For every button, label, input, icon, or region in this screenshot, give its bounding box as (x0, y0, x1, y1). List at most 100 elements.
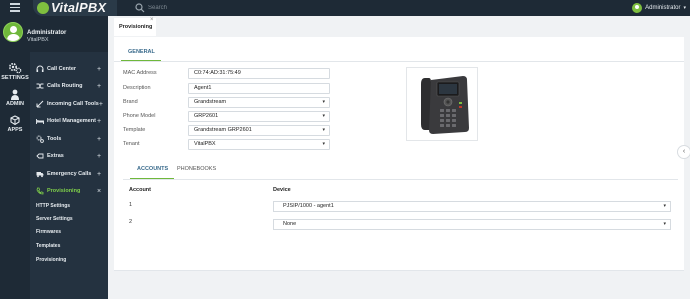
tab-general[interactable]: GENERAL (128, 49, 155, 55)
sidebar-label: Emergency Calls (47, 171, 92, 177)
expand-icon[interactable]: + (96, 118, 102, 125)
user-menu[interactable]: Administrator ▾ (632, 1, 686, 15)
brand-value: Grandstream (194, 99, 227, 105)
mac-address-value: C0:74:AD:31:75:49 (194, 70, 241, 76)
phone-model-select[interactable]: GRP2601 ▾ (188, 111, 330, 122)
sidebar-item-incoming-call-tools[interactable]: Incoming Call Tools + (36, 99, 103, 109)
tenant-value: VitalPBX (194, 141, 216, 147)
search-input[interactable] (148, 2, 268, 14)
incoming-icon (36, 100, 44, 108)
tenant-select[interactable]: VitalPBX ▾ (188, 139, 330, 150)
rail-item-admin[interactable]: ADMIN (0, 89, 30, 107)
chevron-down-icon: ▾ (322, 99, 325, 105)
page-tab-strip (108, 16, 690, 36)
description-input[interactable]: Agent1 (188, 83, 330, 94)
expand-icon[interactable]: + (96, 66, 102, 73)
chevron-left-icon[interactable]: ‹ (677, 145, 690, 159)
user-menu-label: Administrator (645, 5, 681, 11)
mac-address-input[interactable]: C0:74:AD:31:75:49 (188, 68, 330, 79)
profile-panel: Administrator VitalPBX (0, 16, 108, 52)
brand-label: Brand (123, 99, 138, 105)
chevron-down-icon: ▾ (322, 141, 325, 147)
rail-label-apps: APPS (7, 127, 23, 133)
headset-icon (36, 65, 44, 73)
logo-text: VitalPBX (51, 0, 107, 15)
rail-item-apps[interactable]: APPS (0, 115, 30, 133)
expand-icon[interactable]: + (96, 153, 102, 160)
app-window: VitalPBX Administrator ▾ Administrator V… (0, 0, 690, 299)
sidebar-sub-http-settings[interactable]: HTTP Settings (36, 203, 70, 209)
sidebar-item-provisioning[interactable]: Provisioning × (36, 186, 102, 196)
column-header-device: Device (273, 187, 291, 193)
vitalpbx-logo[interactable]: VitalPBX (33, 0, 117, 16)
close-tab-icon[interactable]: × (150, 17, 154, 23)
sidebar-label: Provisioning (47, 188, 81, 194)
column-header-account: Account (129, 187, 151, 193)
tab-phonebooks[interactable]: PHONEBOOKS (177, 166, 216, 172)
rail-item-settings[interactable]: SETTINGS (0, 62, 30, 81)
avatar[interactable] (3, 22, 23, 42)
device-value: None (283, 221, 297, 227)
profile-org: VitalPBX (27, 37, 49, 43)
template-value: Grandstream GRP2601 (194, 127, 252, 133)
sidebar-sub-server-settings[interactable]: Server Settings (36, 216, 73, 222)
sidebar-label: Hotel Management (47, 118, 96, 124)
chevron-down-icon: ▾ (663, 221, 666, 227)
account-number: 2 (129, 219, 133, 225)
search-icon[interactable] (135, 3, 145, 13)
sidebar-label: Call Center (47, 66, 77, 72)
user-avatar-icon (632, 3, 643, 13)
sidebar-item-emergency-calls[interactable]: Emergency Calls + (36, 169, 102, 179)
gears-icon (36, 135, 44, 143)
sidebar-label: Calls Routing (47, 83, 83, 89)
profile-name: Administrator (27, 30, 67, 36)
sidebar-item-call-center[interactable]: Call Center + (36, 64, 102, 74)
icon-rail (0, 16, 30, 299)
expand-icon[interactable]: + (96, 83, 102, 90)
bed-icon (36, 117, 44, 125)
template-label: Template (123, 127, 146, 133)
expand-icon[interactable]: + (96, 171, 102, 178)
sidebar-sub-provisioning[interactable]: Provisioning (36, 257, 66, 263)
description-value: Agent1 (194, 85, 212, 91)
sidebar-item-hotel-management[interactable]: Hotel Management + (36, 116, 102, 126)
brand-select[interactable]: Grandstream ▾ (188, 97, 330, 108)
chevron-down-icon: ▾ (663, 203, 666, 209)
tab-accounts[interactable]: ACCOUNTS (137, 166, 168, 172)
description-label: Description (123, 85, 151, 91)
phone-model-label: Phone Model (123, 113, 156, 119)
expand-icon[interactable]: + (96, 136, 102, 143)
device-select[interactable]: None ▾ (273, 219, 671, 230)
collapse-icon[interactable]: × (96, 188, 102, 195)
top-bar: VitalPBX Administrator ▾ (0, 0, 690, 16)
phone-model-image (406, 67, 478, 141)
cubes-icon (10, 115, 20, 126)
chevron-down-icon: ▾ (322, 113, 325, 119)
tenant-label: Tenant (123, 141, 140, 147)
logo-mark-icon (37, 2, 49, 14)
gears-icon (8, 62, 22, 74)
sidebar-sub-templates[interactable]: Templates (36, 243, 60, 249)
divider (114, 270, 684, 271)
divider (114, 61, 684, 62)
sidebar-label: Incoming Call Tools (47, 101, 99, 107)
ip-phone-icon (421, 76, 469, 134)
hamburger-menu-icon[interactable] (10, 3, 20, 12)
truck-icon (36, 170, 44, 178)
rail-label-settings: SETTINGS (1, 75, 29, 81)
sidebar-item-tools[interactable]: Tools + (36, 134, 102, 144)
sidebar-sub-firmwares[interactable]: Firmwares (36, 229, 61, 235)
template-select[interactable]: Grandstream GRP2601 ▾ (188, 125, 330, 136)
expand-icon[interactable]: + (99, 101, 103, 108)
sidebar-item-calls-routing[interactable]: Calls Routing + (36, 81, 102, 91)
shuffle-icon (36, 82, 44, 90)
phone-settings-icon (36, 187, 44, 195)
mac-address-label: MAC Address (123, 70, 157, 76)
divider (123, 179, 678, 180)
sidebar-item-extras[interactable]: Extras + (36, 151, 102, 161)
device-value: PJSIP/1000 - agent1 (283, 203, 334, 209)
sidebar-label: Extras (47, 153, 64, 159)
extras-icon (36, 152, 44, 160)
phone-model-value: GRP2601 (194, 113, 219, 119)
device-select[interactable]: PJSIP/1000 - agent1 ▾ (273, 201, 671, 212)
